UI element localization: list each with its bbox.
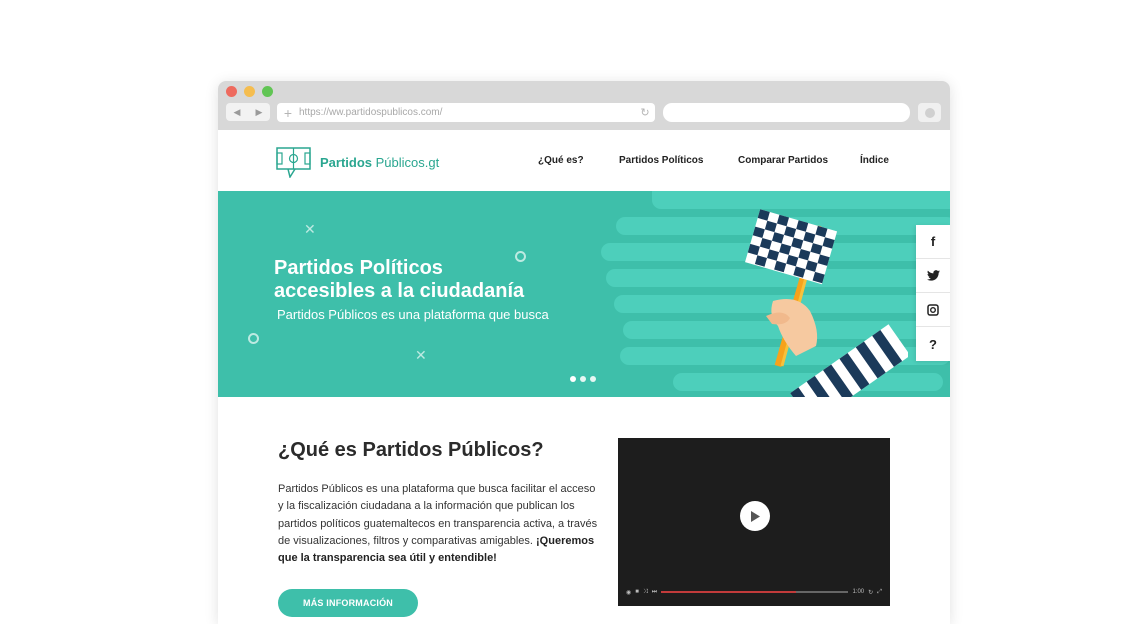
nav-indice[interactable]: Índice <box>860 155 889 166</box>
ring-decoration-icon <box>248 333 259 344</box>
close-window-dot[interactable] <box>226 86 237 97</box>
video-progress-track[interactable] <box>661 591 849 593</box>
site-header: Partidos Públicos.gt ¿Qué es? Partidos P… <box>218 130 950 191</box>
menu-dot-icon <box>924 107 935 118</box>
about-title: ¿Qué es Partidos Públicos? <box>278 439 544 461</box>
cross-decoration-icon: ✕ <box>415 347 427 363</box>
instagram-icon[interactable] <box>916 293 950 327</box>
history-buttons: ◀ ▶ <box>226 103 270 121</box>
play-icon <box>751 510 760 522</box>
new-tab-plus-icon[interactable]: + <box>277 105 299 121</box>
help-icon[interactable]: ? <box>916 327 950 361</box>
browser-window: ◀ ▶ + https://ww.partidospublicos.com/ ↻… <box>218 81 950 624</box>
minimize-window-dot[interactable] <box>244 86 255 97</box>
slider-dot[interactable] <box>580 376 586 382</box>
facebook-icon[interactable]: f <box>916 225 950 259</box>
slider-dots <box>570 376 596 382</box>
back-arrow-icon[interactable]: ◀ <box>234 107 241 118</box>
browser-menu-button[interactable] <box>918 103 941 122</box>
instagram-camera-icon <box>927 303 939 316</box>
more-info-button[interactable]: MÁS INFORMACIÓN <box>278 589 418 617</box>
cross-decoration-icon: ✕ <box>304 221 316 237</box>
slider-dot[interactable] <box>590 376 596 382</box>
social-sidebar: f ? <box>916 225 950 361</box>
control-fullscreen-icon[interactable]: ⤢ <box>877 589 882 596</box>
video-controls: ◉ ■ ⤨ ⏭ 1:00 ↻ ⤢ <box>626 586 882 598</box>
control-next-icon[interactable]: ⏭ <box>652 589 657 596</box>
browser-search-field[interactable] <box>663 103 910 122</box>
video-progress-fill <box>661 591 796 593</box>
checkered-flag-illustration <box>745 209 908 397</box>
browser-toolbar: ◀ ▶ + https://ww.partidospublicos.com/ ↻ <box>218 81 950 130</box>
twitter-icon[interactable] <box>916 259 950 293</box>
hero-title-line: Partidos Políticos <box>274 257 443 279</box>
hero-subtitle: Partidos Públicos es una plataforma que … <box>277 307 549 322</box>
address-url[interactable]: https://ww.partidospublicos.com/ <box>299 107 635 118</box>
hero-title: Partidos Políticos accesibles a la ciuda… <box>274 257 524 303</box>
nav-comparar-partidos[interactable]: Comparar Partidos <box>738 155 828 166</box>
control-play-icon[interactable]: ◉ <box>626 589 631 596</box>
address-bar[interactable]: + https://ww.partidospublicos.com/ ↻ <box>277 103 655 122</box>
control-repeat-icon[interactable]: ↻ <box>868 589 873 596</box>
site-logo[interactable]: Partidos Públicos.gt <box>276 147 439 178</box>
control-stop-icon[interactable]: ■ <box>635 589 639 595</box>
maximize-window-dot[interactable] <box>262 86 273 97</box>
logo-field-icon <box>276 147 311 178</box>
hero-banner: ✕ ✕ Partidos Políticos accesibles a la c… <box>218 191 950 397</box>
play-button[interactable] <box>740 501 770 531</box>
nav-que-es[interactable]: ¿Qué es? <box>538 155 584 166</box>
slider-dot[interactable] <box>570 376 576 382</box>
control-shuffle-icon[interactable]: ⤨ <box>643 589 648 596</box>
nav-partidos-politicos[interactable]: Partidos Políticos <box>619 155 703 166</box>
about-paragraph: Partidos Públicos es una plataforma que … <box>278 481 598 567</box>
video-player[interactable]: ◉ ■ ⤨ ⏭ 1:00 ↻ ⤢ <box>618 438 890 606</box>
forward-arrow-icon[interactable]: ▶ <box>256 107 263 118</box>
logo-text: Partidos Públicos.gt <box>320 155 440 170</box>
twitter-bird-icon <box>926 270 940 281</box>
video-time: 1:00 <box>852 589 865 595</box>
hero-title-line: accesibles a la ciudadanía <box>274 280 525 302</box>
reload-icon[interactable]: ↻ <box>635 106 655 119</box>
